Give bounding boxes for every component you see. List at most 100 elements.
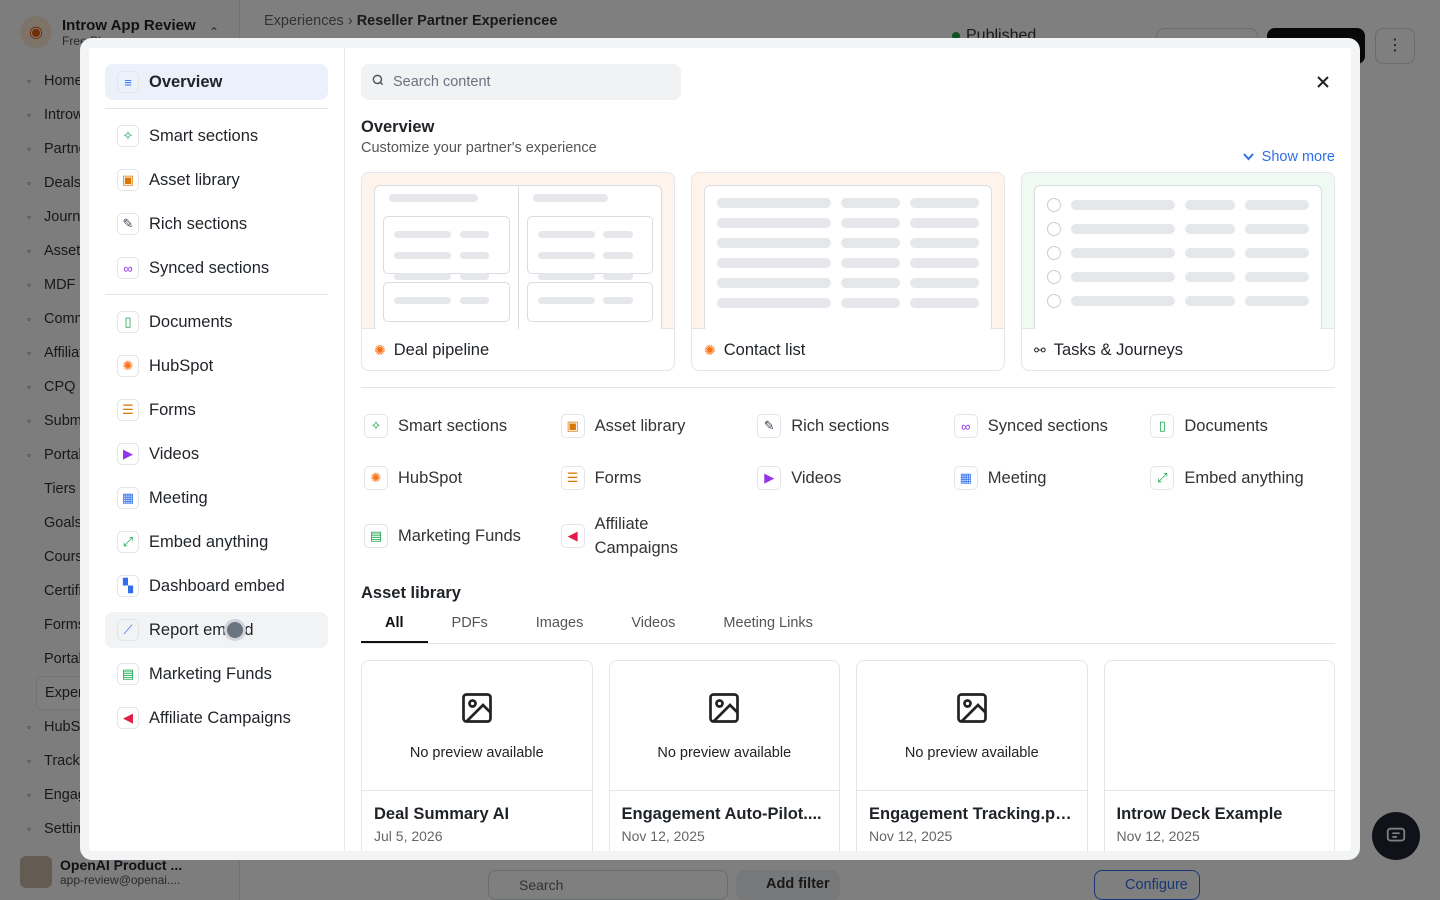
asset-date: Nov 12, 2025 [1116, 828, 1200, 844]
tasks-journeys-card[interactable]: ⚯ Tasks & Journeys [1021, 172, 1335, 371]
link-icon: ∞ [953, 414, 978, 438]
search-icon [371, 73, 385, 91]
calendar-icon: ▦ [117, 487, 139, 509]
content-type-label: Smart sections [398, 416, 508, 435]
category-rich-sections[interactable]: ✎ Rich sections [105, 206, 328, 242]
category-hubspot[interactable]: ✺ HubSpot [105, 348, 328, 384]
search-placeholder: Search content [393, 74, 491, 90]
asset-card[interactable]: No preview available Engagement Auto-Pilo… [608, 660, 840, 851]
content-type-label: Affiliate Campaigns [594, 515, 679, 557]
divider [105, 108, 328, 109]
video-icon: ▶ [117, 443, 139, 465]
content-type-label: Synced sections [987, 416, 1108, 435]
content-type-label: Documents [1184, 416, 1268, 435]
category-label: Rich sections [149, 214, 248, 233]
category-label: Overview [149, 72, 223, 91]
show-more-button[interactable]: Show more [1242, 149, 1335, 165]
content-type-asset-library[interactable]: ▣ Asset library [558, 400, 755, 452]
asset-name: Engagement Auto-Pilot.... [621, 805, 822, 823]
megaphone-icon: ◀ [117, 707, 139, 729]
category-affiliate-campaigns[interactable]: ◀ Affiliate Campaigns [105, 700, 328, 736]
expand-icon: ⤢ [117, 531, 139, 553]
category-dashboard-embed[interactable]: ▚ Dashboard embed [105, 568, 328, 604]
category-asset-library[interactable]: ▣ Asset library [105, 162, 328, 198]
brush-icon: ✎ [757, 414, 782, 438]
asset-name: Engagement Tracking.png [869, 805, 1075, 823]
category-embed-anything[interactable]: ⤢ Embed anything [105, 524, 328, 560]
list-icon: ≡ [117, 71, 139, 93]
content-type-smart-sections[interactable]: ✧ Smart sections [361, 400, 558, 452]
tab-images[interactable]: Images [512, 611, 608, 643]
wallet-icon: ▤ [117, 663, 139, 685]
asset-date: Nov 12, 2025 [621, 828, 705, 844]
content-type-rich-sections[interactable]: ✎ Rich sections [754, 400, 951, 452]
content-type-hubspot[interactable]: ✺ HubSpot [361, 452, 558, 504]
asset-name: Deal Summary AI [374, 805, 510, 823]
category-label: HubSpot [149, 356, 214, 375]
content-type-videos[interactable]: ▶ Videos [754, 452, 951, 504]
asset-card[interactable]: No preview available Deal Summary AI Jul 5… [361, 660, 593, 851]
asset-card[interactable]: Introw Deck Example Nov 12, 2025 [1103, 660, 1335, 851]
asset-thumbnail: No preview available [362, 661, 592, 791]
image-icon [954, 690, 990, 731]
no-preview-text: No preview available [409, 745, 544, 761]
deal-pipeline-preview [362, 173, 674, 329]
category-meeting[interactable]: ▦ Meeting [105, 480, 328, 516]
content-type-affiliate-campaigns[interactable]: ◀ Affiliate Campaigns [558, 504, 755, 568]
chart-icon: ⟋ [117, 619, 139, 641]
content-type-grid: ✧ Smart sections ▣ Asset library ✎ Rich secti… [361, 400, 1335, 568]
category-report-embed[interactable]: ⟋ Report embed [105, 612, 328, 648]
category-label: Meeting [149, 488, 208, 507]
asset-date: Nov 12, 2025 [869, 828, 953, 844]
asset-thumbnail: No preview available [857, 661, 1087, 791]
content-type-meeting[interactable]: ▦ Meeting [951, 452, 1148, 504]
deal-pipeline-card[interactable]: ✺ Deal pipeline [361, 172, 675, 371]
category-synced-sections[interactable]: ∞ Synced sections [105, 250, 328, 286]
content-type-embed-anything[interactable]: ⤢ Embed anything [1147, 452, 1344, 504]
document-icon: ▯ [1150, 414, 1175, 438]
category-smart-sections[interactable]: ✧ Smart sections [105, 118, 328, 154]
sparkle-icon: ✧ [117, 125, 139, 147]
hubspot-icon: ✺ [364, 466, 388, 490]
content-search-input[interactable]: Search content [361, 64, 681, 100]
category-overview[interactable]: ≡ Overview [105, 64, 328, 100]
tab-meeting-links[interactable]: Meeting Links [699, 611, 836, 643]
asset-card[interactable]: No preview available Engagement Tracking.… [856, 660, 1088, 851]
divider [105, 294, 328, 295]
hubspot-icon: ✺ [704, 341, 716, 358]
template-cards: ✺ Deal pipeline ✺ Contact list ⚯ Tasks &… [361, 172, 1335, 371]
calendar-icon: ▦ [953, 466, 978, 490]
content-type-label: Marketing Funds [398, 527, 521, 545]
content-type-label: Embed anything [1184, 468, 1304, 487]
expand-icon: ⤢ [1150, 466, 1175, 490]
category-forms[interactable]: ☰ Forms [105, 392, 328, 428]
asset-tabs: All PDFs Images Videos Meeting Links [361, 611, 1335, 644]
document-icon: ▯ [117, 311, 139, 333]
content-type-synced-sections[interactable]: ∞ Synced sections [951, 400, 1148, 452]
video-icon: ▶ [757, 466, 782, 490]
no-preview-text: No preview available [904, 745, 1039, 761]
close-button[interactable] [1311, 70, 1335, 94]
category-label: Dashboard embed [149, 576, 285, 595]
hubspot-icon: ✺ [117, 355, 139, 377]
tab-videos[interactable]: Videos [607, 611, 699, 643]
tab-all[interactable]: All [361, 611, 428, 643]
category-videos[interactable]: ▶ Videos [105, 436, 328, 472]
asset-thumbnail: No preview available [609, 661, 839, 791]
category-label: Marketing Funds [149, 664, 272, 683]
category-label: Documents [149, 312, 233, 331]
tab-pdfs[interactable]: PDFs [428, 611, 512, 643]
content-type-documents[interactable]: ▯ Documents [1147, 400, 1344, 452]
content-type-marketing-funds[interactable]: ▤ Marketing Funds [361, 504, 558, 568]
category-documents[interactable]: ▯ Documents [105, 304, 328, 340]
content-type-label: Videos [791, 468, 842, 487]
content-type-forms[interactable]: ☰ Forms [558, 452, 755, 504]
contact-list-card[interactable]: ✺ Contact list [691, 172, 1005, 371]
content-type-label: Meeting [987, 468, 1047, 487]
content-type-label: HubSpot [398, 468, 463, 487]
tasks-journeys-preview [1022, 173, 1334, 329]
form-icon: ☰ [117, 399, 139, 421]
category-label: Affiliate Campaigns [149, 708, 291, 727]
category-marketing-funds[interactable]: ▤ Marketing Funds [105, 656, 328, 692]
category-label: Synced sections [149, 258, 270, 277]
